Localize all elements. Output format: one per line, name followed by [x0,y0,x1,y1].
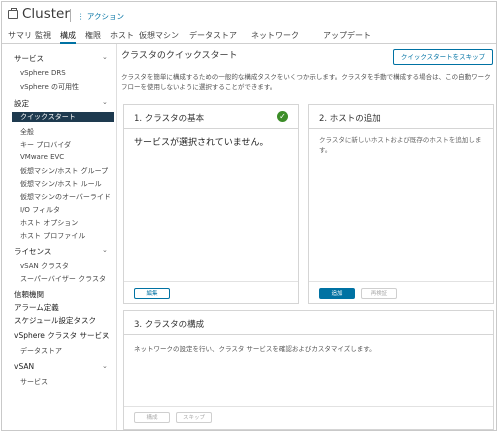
tab-vms[interactable]: 仮想マシン [139,30,179,41]
add-hosts-description: クラスタに新しいホストおよび既存のホストを追加します。 [319,136,482,154]
configure-cluster-description: ネットワークの設定を行い、クラスタ サービスを確認およびカスタマイズします。 [134,345,376,353]
tab-permissions[interactable]: 権限 [85,30,101,41]
revalidate-button[interactable]: 再検証 [361,288,397,299]
sidebar-item-drs[interactable]: vSphere DRS [20,69,66,77]
card-title: 1. クラスタの基本 [134,114,205,124]
sidebar-section-licensing[interactable]: ライセンス [14,246,51,257]
chevron-down-icon[interactable]: ⌄ [102,362,108,370]
sidebar-item-scheduled-tasks[interactable]: スケジュール設定タスク [14,315,96,326]
sidebar-item-io-filters[interactable]: I/O フィルタ [20,205,60,215]
tab-networks[interactable]: ネットワーク [251,30,299,41]
sidebar-item-label: クイックスタート [20,113,76,121]
card-divider [309,128,493,129]
sidebar-item-availability[interactable]: vSphere の可用性 [20,82,79,92]
add-hosts-card: 2. ホストの追加 クラスタに新しいホストおよび既存のホストを追加します。 追加… [308,104,494,304]
section-title: クラスタのクイックスタート [121,51,238,61]
sidebar-item-vm-overrides[interactable]: 仮想マシンのオーバーライド [20,192,111,202]
sidebar-item-datastores[interactable]: データストア [20,346,62,356]
tab-configure[interactable]: 構成 [60,30,76,44]
sidebar-item-vm-host-groups[interactable]: 仮想マシン/ホスト グループ [20,166,108,176]
configure-button[interactable]: 構成 [134,412,170,423]
chevron-down-icon[interactable]: ⌄ [102,53,108,61]
sidebar-item-trust-authority[interactable]: 信頼機関 [14,289,44,300]
cluster-basics-card: 1. クラスタの基本 ✓ サービスが選択されていません。 編集 [123,104,299,304]
window-frame: Cluster ⋮ アクション サマリ 監視 構成 権限 ホスト 仮想マシン デ… [1,1,497,431]
header: Cluster ⋮ アクション [2,2,496,28]
sidebar-item-key-provider[interactable]: キー プロバイダ [20,140,71,150]
sidebar-divider [116,44,117,430]
card-divider [124,334,493,335]
tab-summary[interactable]: サマリ [8,30,32,41]
sidebar-item-host-profile[interactable]: ホスト プロファイル [20,231,85,241]
tab-monitor[interactable]: 監視 [35,30,51,41]
sidebar-item-vsan-cluster[interactable]: vSAN クラスタ [20,261,69,271]
sidebar-section-vsphere-cluster-services[interactable]: vSphere クラスタ サービス [14,330,109,341]
tab-updates[interactable]: アップデート [323,30,371,41]
sidebar-item-vm-host-rules[interactable]: 仮想マシン/ホスト ルール [20,179,102,189]
tab-datastores[interactable]: データストア [189,30,237,41]
sidebar: サービス ⌄ vSphere DRS vSphere の可用性 設定 ⌄ クイッ… [2,44,114,430]
main-content: クラスタのクイックスタート クイックスタートをスキップ クラスタを簡単に構成する… [119,44,496,430]
sidebar-item-supervisor-cluster[interactable]: スーパーバイザー クラスタ [20,274,106,284]
edit-button[interactable]: 編集 [134,288,170,299]
card-title: 2. ホストの追加 [319,114,381,124]
sidebar-section-settings[interactable]: 設定 [14,98,29,109]
sidebar-item-general[interactable]: 全般 [20,127,34,137]
chevron-down-icon[interactable]: ⌄ [102,98,108,106]
header-divider [70,9,71,22]
card-title: 3. クラスタの構成 [134,320,205,330]
sidebar-item-host-options[interactable]: ホスト オプション [20,218,78,228]
sidebar-section-services[interactable]: サービス [14,53,44,64]
tab-bar: サマリ 監視 構成 権限 ホスト 仮想マシン データストア ネットワーク アップ… [2,28,496,44]
sidebar-item-evc[interactable]: VMware EVC [20,153,64,161]
tab-hosts[interactable]: ホスト [110,30,134,41]
card-footer-divider [309,281,493,282]
actions-menu[interactable]: ⋮ アクション [77,11,124,22]
page-title: Cluster [22,6,70,22]
skip-button[interactable]: スキップ [176,412,212,423]
chevron-down-icon[interactable]: ⌄ [102,330,108,338]
sidebar-section-vsan[interactable]: vSAN [14,362,34,371]
check-circle-icon: ✓ [277,111,288,122]
configure-cluster-card: 3. クラスタの構成 ネットワークの設定を行い、クラスタ サービスを確認およびカ… [123,310,494,430]
skip-quickstart-button[interactable]: クイックスタートをスキップ [393,49,493,65]
chevron-down-icon[interactable]: ⌄ [102,246,108,254]
quickstart-description: クラスタを簡単に構成するための一般的な構成タスクをいくつか示します。クラスタを手… [121,73,491,91]
sidebar-item-quickstart[interactable]: クイックスタート [12,112,114,122]
sidebar-item-alarm-definitions[interactable]: アラーム定義 [14,302,59,313]
card-footer-divider [124,406,493,407]
card-divider [124,128,298,129]
sidebar-item-vsan-services[interactable]: サービス [20,377,48,387]
add-button[interactable]: 追加 [319,288,355,299]
cluster-icon [8,8,18,19]
card-footer-divider [124,281,298,282]
no-services-message: サービスが選択されていません。 [134,138,269,148]
